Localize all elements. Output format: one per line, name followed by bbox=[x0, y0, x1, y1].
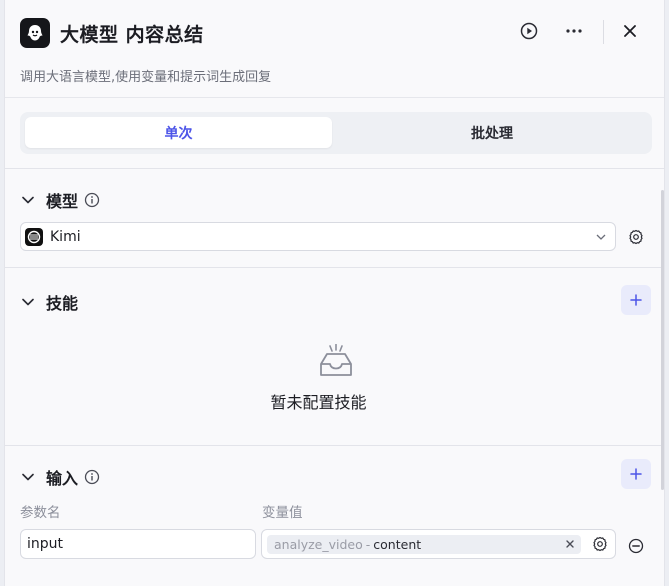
tab-batch[interactable]: 批处理 bbox=[338, 117, 646, 148]
input-section-header: 输入 bbox=[20, 465, 100, 489]
model-section-title: 模型 bbox=[46, 192, 79, 211]
chevron-down-icon[interactable] bbox=[20, 469, 36, 485]
chevron-down-icon[interactable] bbox=[20, 192, 36, 208]
var-node-name: analyze_video bbox=[274, 537, 363, 552]
param-name-label: 参数名 bbox=[20, 505, 61, 521]
var-value-field[interactable]: analyze_video - content bbox=[261, 529, 616, 559]
selected-model: Kimi bbox=[50, 228, 81, 245]
settings-icon[interactable] bbox=[627, 228, 645, 246]
kimi-logo-icon bbox=[25, 227, 43, 246]
more-icon[interactable] bbox=[563, 20, 585, 42]
model-section-header: 模型 bbox=[20, 188, 100, 212]
skills-section-header: 技能 bbox=[20, 290, 78, 314]
node-description: 调用大语言模型,使用变量和提示词生成回复 bbox=[20, 70, 272, 85]
header-divider bbox=[603, 20, 604, 44]
divider bbox=[5, 267, 664, 268]
var-separator: - bbox=[365, 537, 371, 552]
llm-node-icon bbox=[20, 18, 50, 48]
plus-icon bbox=[630, 294, 642, 306]
mode-tabs: 单次 批处理 bbox=[20, 112, 652, 154]
settings-icon[interactable] bbox=[591, 535, 609, 553]
info-icon[interactable] bbox=[84, 469, 100, 485]
divider bbox=[5, 168, 664, 169]
tab-single[interactable]: 单次 bbox=[25, 117, 332, 148]
panel-header: 大模型 内容总结 调用大语言模型,使用变量和提示词生成回复 bbox=[5, 0, 664, 98]
skills-empty-text: 暂未配置技能 bbox=[270, 393, 367, 412]
node-title[interactable]: 大模型 内容总结 bbox=[60, 20, 204, 47]
var-value-label: 变量值 bbox=[262, 505, 303, 521]
add-input-button[interactable] bbox=[621, 459, 651, 489]
skills-section-title: 技能 bbox=[46, 294, 79, 313]
scrollbar[interactable] bbox=[661, 190, 664, 490]
info-icon[interactable] bbox=[84, 192, 100, 208]
var-key-name: content bbox=[373, 537, 422, 552]
chevron-down-icon[interactable] bbox=[20, 294, 36, 310]
add-skill-button[interactable] bbox=[621, 285, 651, 315]
run-icon[interactable] bbox=[518, 20, 540, 42]
empty-box-icon bbox=[318, 343, 354, 378]
param-name-input[interactable] bbox=[20, 529, 256, 559]
divider bbox=[5, 445, 664, 446]
chevron-down-icon bbox=[595, 230, 607, 248]
var-reference-tag: analyze_video - content bbox=[267, 535, 581, 554]
input-section-title: 输入 bbox=[46, 469, 79, 488]
close-icon[interactable] bbox=[619, 20, 641, 42]
node-config-panel: 大模型 内容总结 调用大语言模型,使用变量和提示词生成回复 单次 批处理 模型 … bbox=[4, 0, 665, 586]
tag-close-icon[interactable] bbox=[564, 538, 576, 550]
model-select[interactable]: Kimi bbox=[20, 222, 616, 251]
plus-icon bbox=[630, 468, 642, 480]
remove-icon[interactable] bbox=[628, 538, 644, 554]
